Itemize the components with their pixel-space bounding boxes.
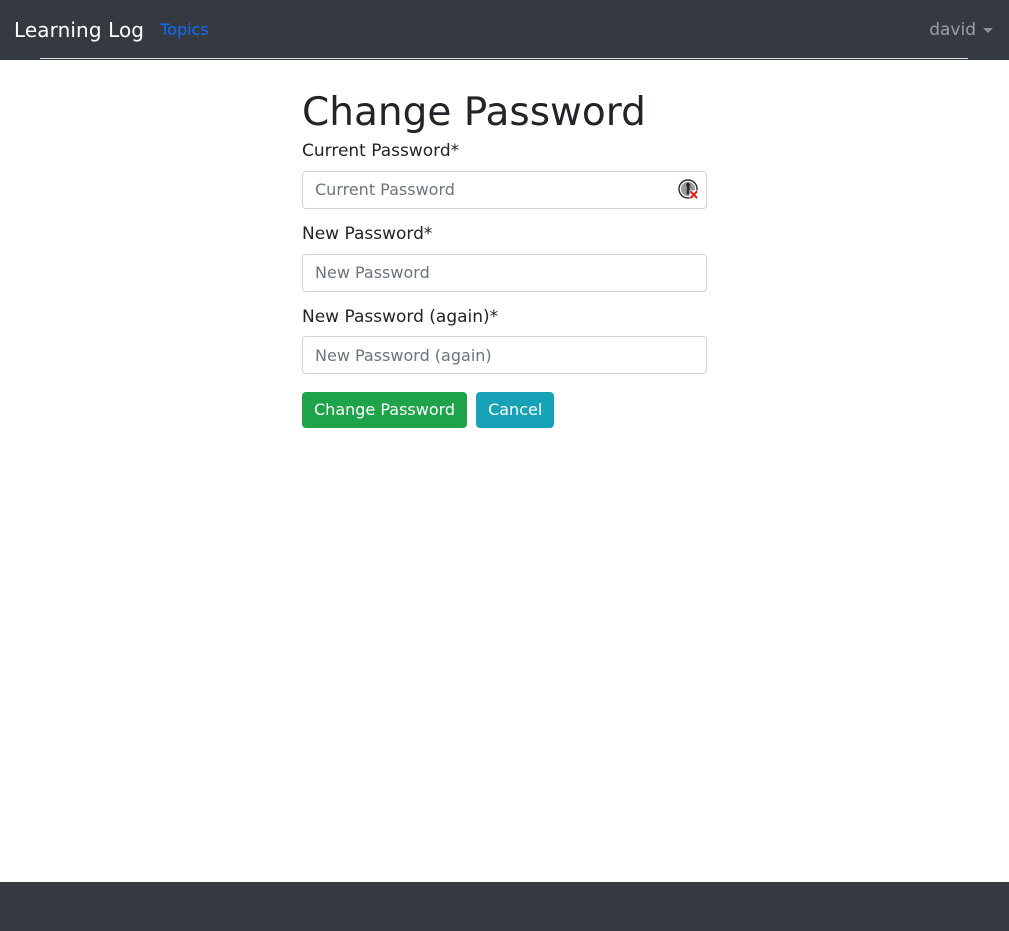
user-menu-dropdown[interactable]: david [927,16,995,45]
page-root: Learning Log Topics david Change Passwor… [0,0,1009,931]
navbar-brand[interactable]: Learning Log [14,20,144,40]
label-current-password: Current Password* [302,141,460,161]
current-password-input[interactable] [302,170,707,209]
form-group-new-password: New Password* [302,223,707,292]
content-divider [40,58,968,59]
footer: © 2023 learning-log® Source Code Bug Rep… [0,882,1009,931]
change-password-button[interactable]: Change Password [302,392,468,429]
navbar-right: david [927,16,995,45]
label-new-password: New Password* [302,223,433,244]
user-menu-label: david [929,19,976,40]
chevron-down-icon [983,27,993,33]
label-new-password-again: New Password (again)* [302,306,499,327]
form-group-current-password: Current Password* [302,140,707,209]
form-group-new-password-again: New Password (again)* [302,306,707,375]
new-password-input[interactable] [302,253,707,292]
input-shell-new-password-again [302,336,707,375]
page-title: Change Password [302,90,646,135]
input-shell-new-password [302,253,707,292]
input-shell-current-password [302,170,707,209]
change-password-form: Current Password* New Password* New Pass… [302,140,707,429]
password-manager-icon[interactable] [678,179,700,201]
navbar: Learning Log Topics david [0,0,1009,60]
new-password-again-input[interactable] [302,336,707,375]
nav-link-topics[interactable]: Topics [156,14,213,46]
navbar-nav: Topics [156,14,213,46]
form-actions: Change Password Cancel [302,392,707,429]
cancel-button[interactable]: Cancel [476,392,555,429]
